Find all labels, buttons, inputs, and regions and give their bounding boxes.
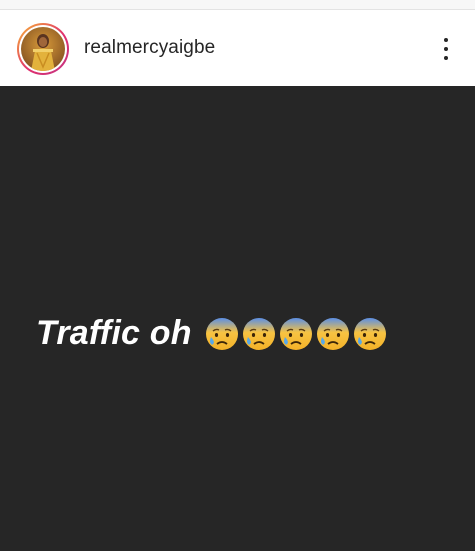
post-header: realmercyaigbe [0, 10, 475, 86]
more-options-button[interactable] [432, 34, 460, 64]
anxious-face-with-sweat-icon [205, 317, 238, 350]
username[interactable]: realmercyaigbe [84, 37, 215, 59]
more-vertical-icon [444, 38, 448, 42]
emoji-row [204, 316, 389, 352]
story-canvas[interactable]: Traffic oh [0, 86, 475, 551]
anxious-face-with-sweat-icon [316, 317, 349, 350]
story-caption: Traffic oh [36, 314, 389, 353]
caption-text: Traffic oh [36, 314, 192, 352]
more-vertical-icon [444, 56, 448, 60]
top-edge-divider [0, 0, 475, 10]
avatar-frame [19, 25, 67, 73]
profile-photo-icon [21, 27, 65, 71]
anxious-face-with-sweat-icon [353, 317, 386, 350]
story-ring[interactable] [17, 23, 69, 75]
more-vertical-icon [444, 47, 448, 51]
anxious-face-with-sweat-icon [279, 317, 312, 350]
anxious-face-with-sweat-icon [242, 317, 275, 350]
